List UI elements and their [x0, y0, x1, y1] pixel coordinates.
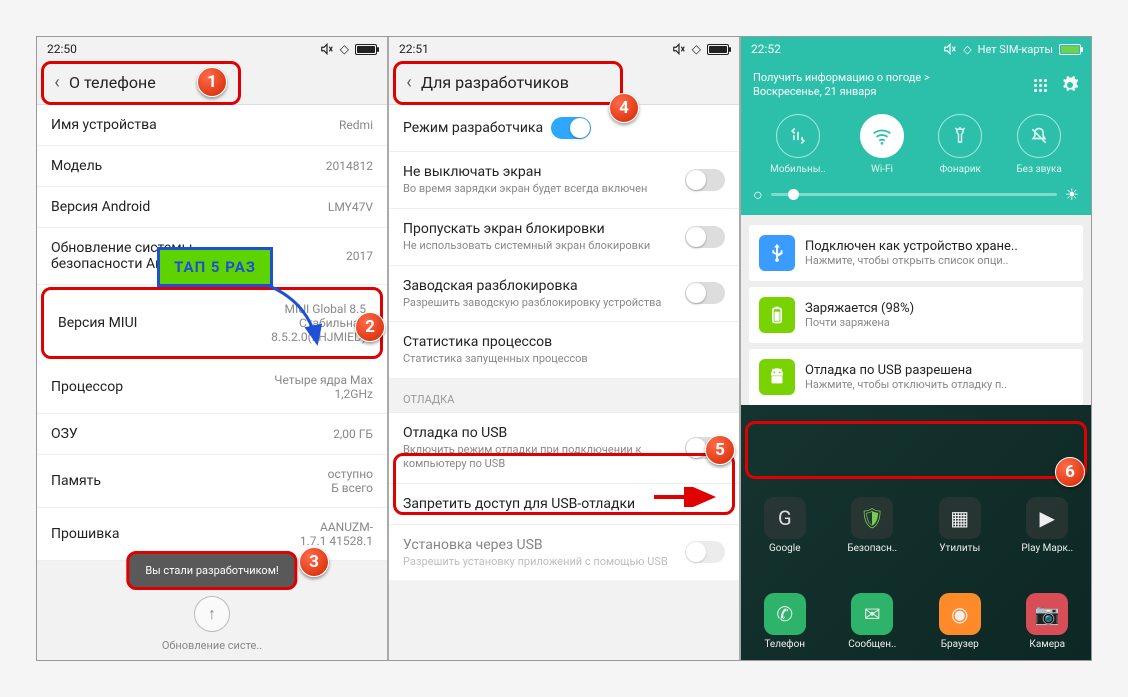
brightness-high-icon: ☀ [1065, 185, 1079, 204]
android-icon [759, 359, 795, 395]
page-title: Для разработчиков [421, 73, 569, 92]
toggle-oem-unlock[interactable] [685, 282, 725, 304]
row-usb-debug[interactable]: Отладка по USB Включить режим отладки пр… [389, 413, 739, 484]
row-storage[interactable]: Память оступно Б всего [37, 455, 387, 508]
arrow-right-icon [652, 487, 722, 507]
page-title: О телефоне [69, 73, 156, 92]
mute-icon [320, 42, 334, 56]
toggle-no-sleep[interactable] [685, 169, 725, 191]
weather-link[interactable]: Получить информацию о погоде > [753, 71, 930, 85]
row-skip-lock[interactable]: Пропускать экран блокировки Не использов… [389, 209, 739, 266]
row-device-name[interactable]: Имя устройства Redmi [37, 105, 387, 146]
phone-shade: 22:52 ◇ Нет SIM-карты Получить информаци… [741, 37, 1091, 660]
row-install-usb[interactable]: Установка через USB Разрешить установку … [389, 525, 739, 582]
badge-4: 4 [609, 93, 639, 123]
row-ram[interactable]: ОЗУ 2,00 ГБ [37, 414, 387, 455]
status-bar: 22:52 ◇ Нет SIM-карты [741, 37, 1091, 61]
update-text: Обновление систе.. [37, 639, 387, 652]
row-oem-unlock[interactable]: Заводская разблокировка Разрешить заводс… [389, 266, 739, 323]
row-cpu[interactable]: Процессор Четыре ядра Max 1,2GHz [37, 361, 387, 414]
row-proc-stats[interactable]: Статистика процессов Статистика запущенн… [389, 322, 739, 379]
toggle-skip-lock[interactable] [685, 226, 725, 248]
app-camera[interactable]: 📷Камера [1012, 593, 1082, 650]
notif-usb-storage[interactable]: Подключен как устройство хране..Нажмите,… [749, 225, 1083, 281]
row-model[interactable]: Модель 2014812 [37, 146, 387, 187]
callout-tap5: ТАП 5 РАЗ [157, 247, 273, 287]
badge-5: 5 [705, 435, 735, 465]
app-google[interactable]: GGoogle [750, 497, 820, 554]
row-dev-mode[interactable]: Режим разработчика [389, 105, 739, 152]
app-browser[interactable]: ◉Браузер [925, 593, 995, 650]
badge-2: 2 [355, 312, 385, 342]
phone-about: 22:50 ◇ ‹ О телефоне Имя устройства Redm… [37, 37, 389, 660]
signal-icon: ◇ [692, 42, 701, 56]
toggle-dev-mode[interactable] [551, 117, 591, 139]
battery-charging-icon [759, 297, 795, 333]
usb-icon [759, 235, 795, 271]
battery-icon [1059, 44, 1081, 55]
gear-icon[interactable] [1061, 76, 1079, 94]
toggle-install-usb[interactable] [685, 541, 725, 563]
notif-charging[interactable]: Заряжается (98%)Почти заряжена [749, 287, 1083, 343]
date-text: Воскресенье, 21 января [753, 85, 930, 99]
row-no-sleep[interactable]: Не выключать экран Во время зарядки экра… [389, 152, 739, 209]
notification-area: Подключен как устройство хране..Нажмите,… [741, 215, 1091, 405]
phone-developer: 22:51 ◇ ‹ Для разработчиков Режим разраб… [389, 37, 741, 660]
qs-wifi[interactable]: Wi-Fi [860, 114, 904, 175]
app-utils[interactable]: ▦Утилиты [925, 497, 995, 554]
battery-icon [355, 44, 377, 55]
title-bar: ‹ Для разработчиков [389, 61, 739, 105]
toast-developer: Вы стали разработчиком! [126, 551, 297, 590]
qs-torch[interactable]: Фонарик [938, 114, 982, 175]
back-icon[interactable]: ‹ [397, 72, 421, 93]
status-bar: 22:50 ◇ [37, 37, 387, 61]
status-bar: 22:51 ◇ [389, 37, 739, 61]
brightness-slider[interactable]: ○ ☀ [753, 189, 1079, 201]
scroll-up-icon[interactable]: ↑ [194, 596, 230, 632]
home-dock: ✆Телефон ✉Сообщен.. ◉Браузер 📷Камера [741, 593, 1091, 650]
badge-3: 3 [299, 547, 329, 577]
app-security[interactable]: 🛡Безопасн.. [837, 497, 907, 554]
status-time: 22:51 [399, 42, 429, 56]
app-sms[interactable]: ✉Сообщен.. [837, 593, 907, 650]
notif-usb-debug[interactable]: Отладка по USB разрешенаНажмите, чтобы о… [749, 349, 1083, 405]
app-phone[interactable]: ✆Телефон [750, 593, 820, 650]
section-debug: ОТЛАДКА [389, 379, 739, 413]
grid-icon[interactable] [1034, 79, 1047, 92]
mute-icon [943, 42, 957, 56]
brightness-low-icon: ○ [753, 185, 763, 205]
mute-icon [672, 42, 686, 56]
status-time: 22:52 [751, 42, 781, 56]
app-play[interactable]: ▶Play Марк.. [1012, 497, 1082, 554]
status-time: 22:50 [47, 42, 77, 56]
badge-6: 6 [1055, 457, 1085, 487]
home-row-apps: GGoogle 🛡Безопасн.. ▦Утилиты ▶Play Марк.… [741, 497, 1091, 554]
arrow-icon [247, 275, 337, 355]
badge-1: 1 [197, 67, 227, 97]
battery-icon [707, 44, 729, 55]
dev-list: Режим разработчика Не выключать экран Во… [389, 105, 739, 581]
row-android-version[interactable]: Версия Android LMY47V [37, 187, 387, 228]
signal-icon: ◇ [963, 43, 971, 56]
qs-silent[interactable]: Без звука [1016, 114, 1061, 175]
back-icon[interactable]: ‹ [45, 72, 69, 93]
qs-mobile-data[interactable]: Мобильны.. [770, 114, 826, 175]
sim-status: Нет SIM-карты [978, 43, 1053, 56]
shade-header-area: Получить информацию о погоде > Воскресен… [741, 61, 1091, 215]
signal-icon: ◇ [340, 42, 349, 56]
